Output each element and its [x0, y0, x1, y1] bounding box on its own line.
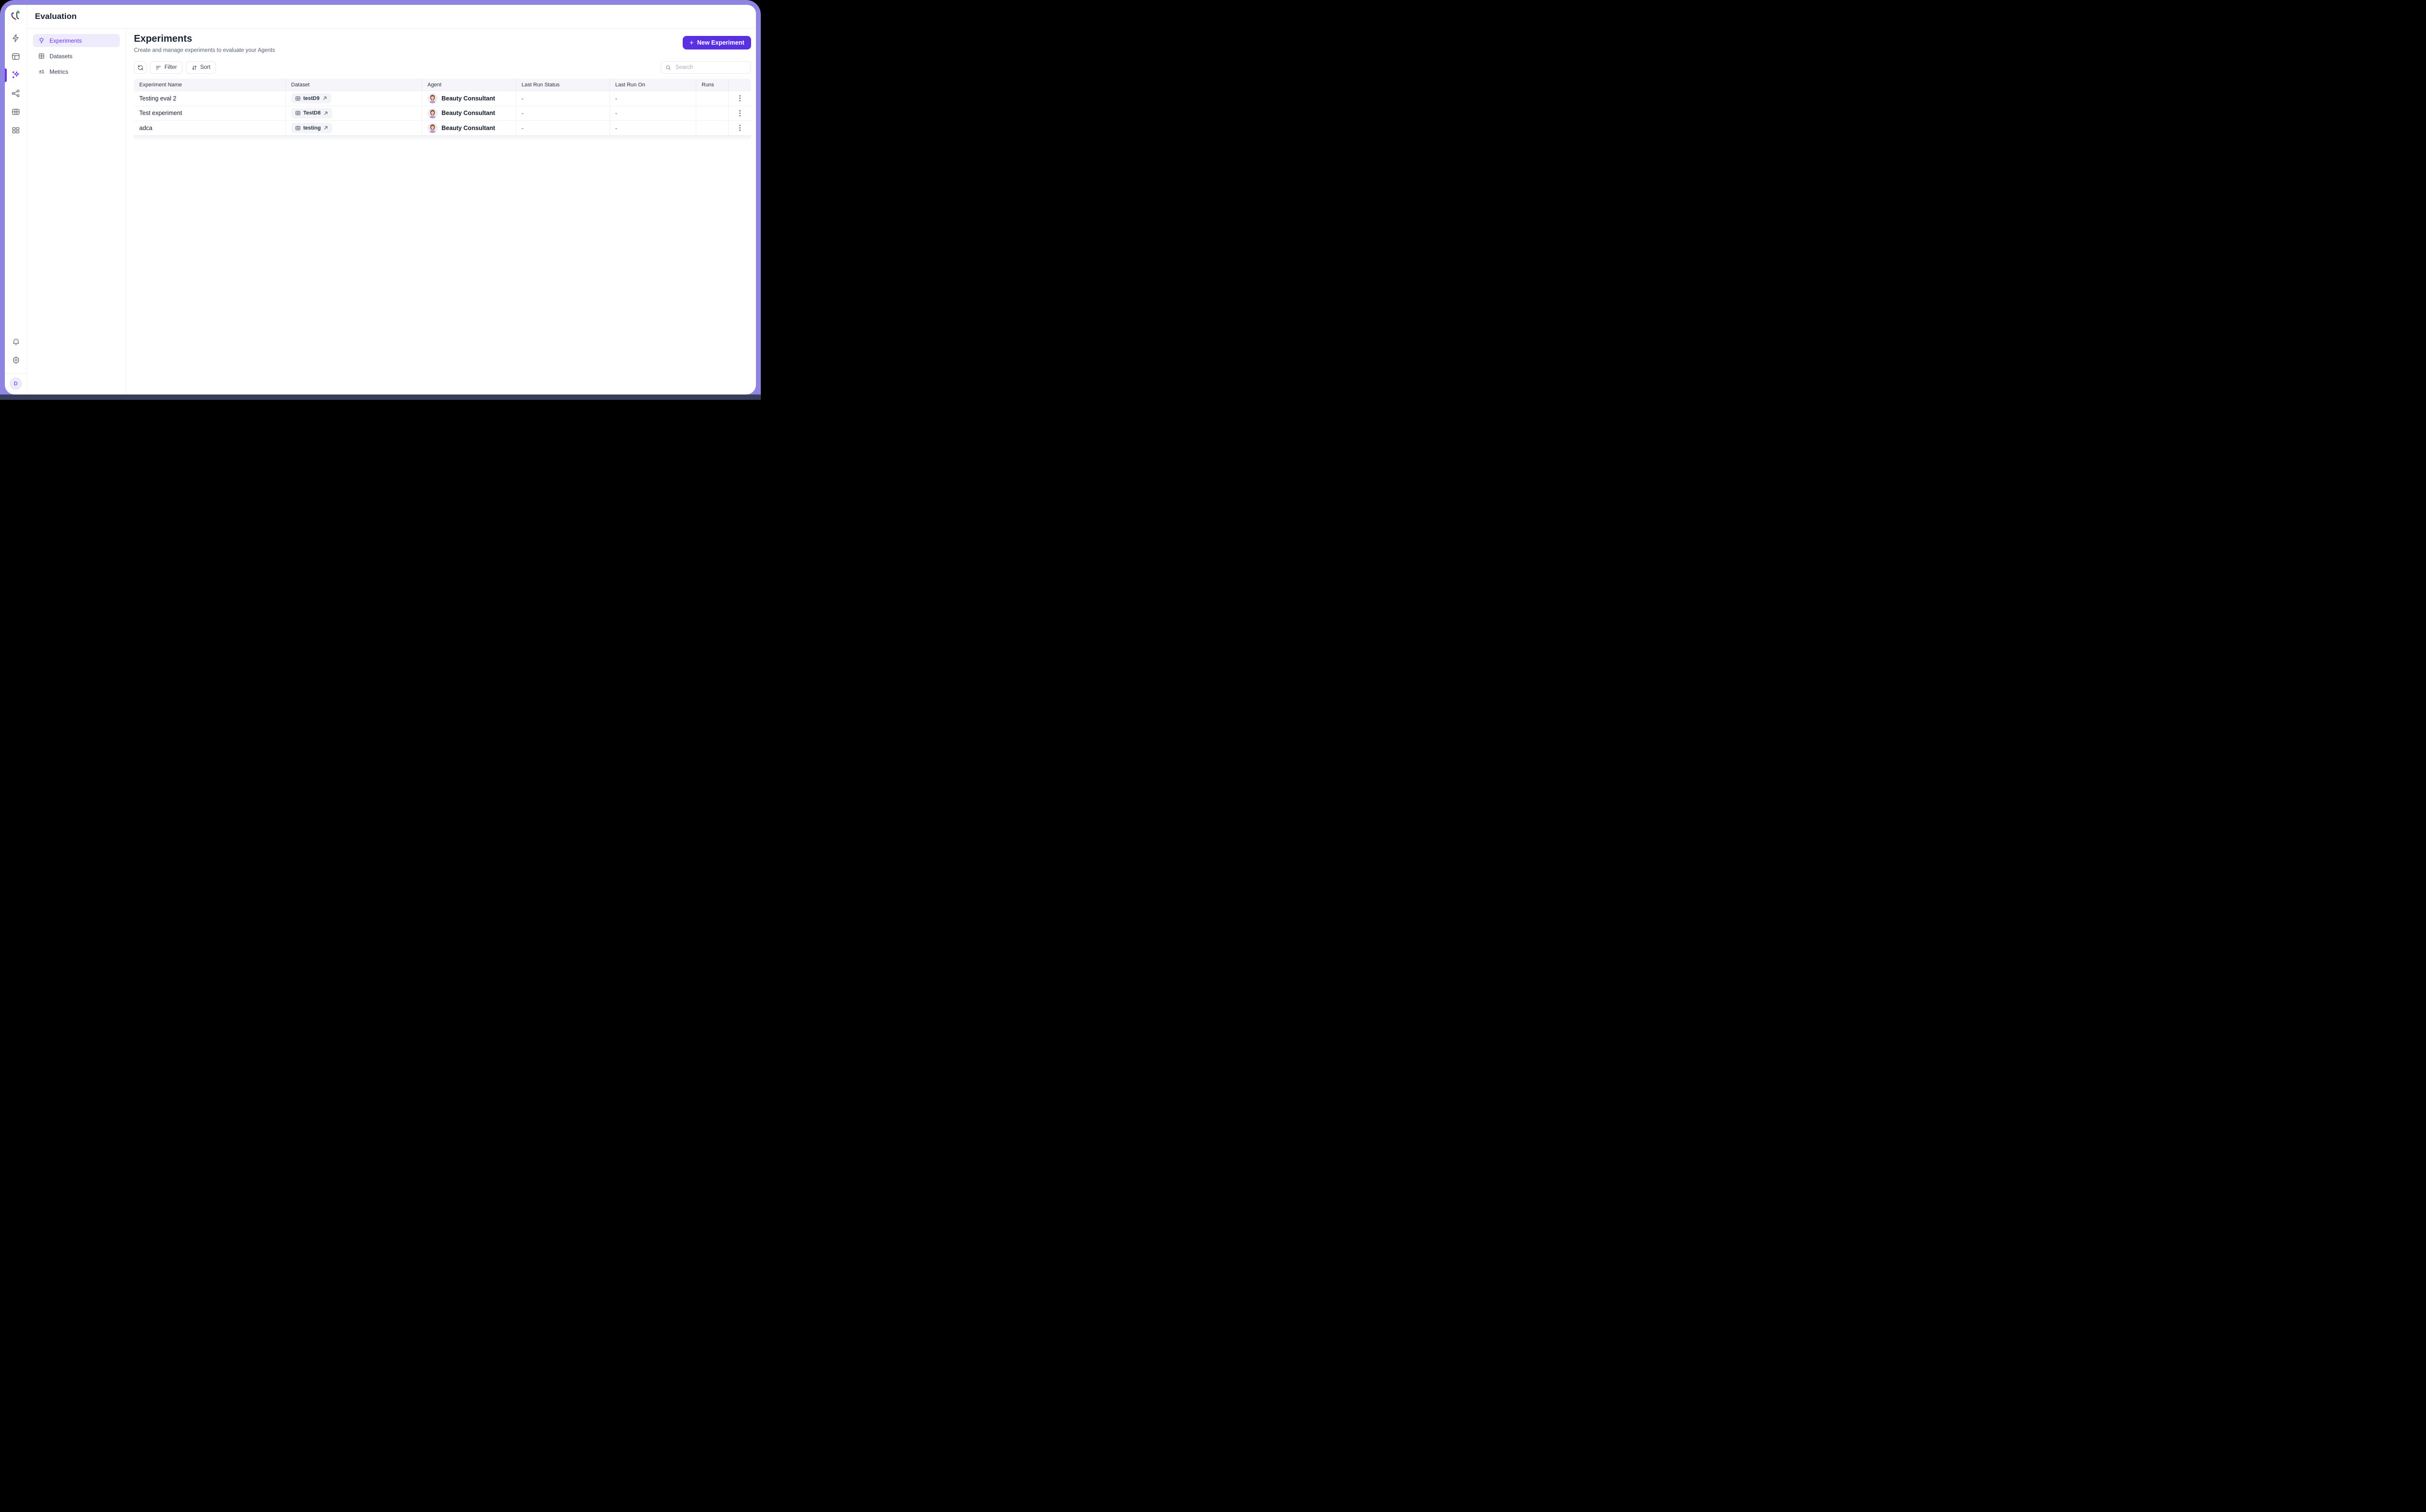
table-header-row: Experiment Name Dataset Agent Last Run S… — [134, 79, 751, 91]
agent-avatar — [427, 108, 438, 118]
workflow-icon[interactable] — [9, 86, 23, 100]
experiment-name: adca — [134, 121, 285, 135]
content-row: Experiments Datasets ±1 Metrics — [27, 29, 756, 394]
dataset-name: testD9 — [303, 96, 320, 101]
lightbulb-icon — [38, 37, 45, 44]
table-toolbar: Filter Sort — [134, 61, 751, 74]
table-icon — [38, 52, 45, 60]
column-header: Agent — [422, 79, 516, 91]
app-logo-icon — [10, 9, 22, 22]
agent-name: Beauty Consultant — [442, 95, 495, 102]
bottom-bar — [0, 394, 761, 400]
runs-count — [696, 91, 728, 106]
sort-button[interactable]: Sort — [186, 61, 216, 74]
settings-icon[interactable] — [9, 353, 23, 367]
section-subtitle: Create and manage experiments to evaluat… — [134, 47, 275, 54]
new-experiment-label: New Experiment — [697, 39, 744, 46]
sort-icon — [191, 65, 197, 71]
dataset-name: TestD8 — [303, 110, 321, 116]
sidebar-item-datasets[interactable]: Datasets — [33, 49, 120, 63]
active-nav-indicator — [5, 68, 7, 82]
row-menu-kebab-icon[interactable] — [738, 108, 743, 118]
table-row[interactable]: Testing eval 2 testD9 — [134, 91, 751, 106]
main-area: Experiments Create and manage experiment… — [126, 29, 756, 394]
rail-bottom — [9, 334, 23, 367]
search-icon — [665, 65, 672, 71]
column-header — [728, 79, 751, 91]
last-run-on: - — [609, 121, 696, 135]
agent-avatar — [427, 93, 438, 103]
app-window: D Evaluation Experimen — [5, 5, 756, 394]
experiment-name: Testing eval 2 — [134, 91, 285, 106]
rail-nav — [9, 31, 23, 137]
refresh-icon — [137, 65, 144, 71]
filter-label: Filter — [164, 65, 177, 70]
column-header: Last Run Status — [516, 79, 609, 91]
table-row[interactable]: adca testing — [134, 120, 751, 135]
external-link-icon — [323, 111, 328, 116]
column-header: Dataset — [285, 79, 422, 91]
filter-button[interactable]: Filter — [150, 61, 182, 74]
screen: D Evaluation Experimen — [0, 0, 761, 400]
external-link-icon — [323, 125, 328, 131]
sidebar-item-label: Experiments — [49, 37, 82, 44]
section-title: Experiments — [134, 33, 275, 45]
plus-icon: + — [689, 39, 694, 47]
row-menu-kebab-icon[interactable] — [738, 93, 743, 103]
page-head: Experiments Create and manage experiment… — [134, 33, 751, 54]
table-row[interactable]: Test experiment TestD8 — [134, 106, 751, 121]
zap-icon[interactable] — [9, 31, 23, 45]
experiments-table: Experiment Name Dataset Agent Last Run S… — [134, 79, 751, 142]
table-icon[interactable] — [9, 104, 23, 119]
column-header: Runs — [696, 79, 728, 91]
runs-count — [696, 106, 728, 121]
top-header: Evaluation — [27, 5, 756, 29]
dataset-grid-icon — [295, 125, 301, 131]
dataset-grid-icon — [295, 96, 301, 101]
panel-layout-icon[interactable] — [9, 49, 23, 64]
column-header: Last Run On — [609, 79, 696, 91]
sidebar: Experiments Datasets ±1 Metrics — [27, 29, 126, 394]
grid-icon[interactable] — [9, 123, 23, 137]
last-run-on: - — [609, 106, 696, 121]
dataset-grid-icon — [295, 110, 301, 116]
search-box — [661, 61, 751, 74]
dataset-chip[interactable]: testD9 — [291, 93, 331, 103]
dataset-name: testing — [303, 125, 321, 131]
heading-block: Experiments Create and manage experiment… — [134, 33, 275, 54]
agent-name: Beauty Consultant — [442, 125, 495, 131]
column-header: Experiment Name — [134, 79, 285, 91]
refresh-button[interactable] — [134, 61, 147, 74]
sidebar-item-experiments[interactable]: Experiments — [33, 34, 120, 47]
user-avatar[interactable]: D — [10, 378, 22, 390]
bell-icon[interactable] — [9, 334, 23, 349]
external-link-icon — [322, 96, 328, 101]
sparkles-icon[interactable] — [9, 67, 23, 82]
experiment-name: Test experiment — [134, 106, 285, 121]
last-run-status: - — [516, 106, 609, 121]
icon-rail: D — [5, 5, 27, 394]
agent-name: Beauty Consultant — [442, 110, 495, 116]
table-footer — [134, 135, 751, 142]
search-input[interactable] — [674, 64, 747, 71]
sort-label: Sort — [200, 65, 211, 70]
sidebar-item-label: Datasets — [49, 53, 72, 60]
agent-avatar — [427, 123, 438, 133]
last-run-on: - — [609, 91, 696, 106]
plus-minus-one-icon: ±1 — [38, 69, 45, 75]
filter-icon — [155, 65, 162, 71]
dataset-chip[interactable]: TestD8 — [291, 108, 332, 118]
sidebar-item-label: Metrics — [49, 68, 68, 75]
page-title: Evaluation — [35, 12, 77, 21]
dataset-chip[interactable]: testing — [291, 123, 332, 133]
right-pane: Evaluation Experiments — [27, 5, 756, 394]
runs-count — [696, 121, 728, 135]
new-experiment-button[interactable]: + New Experiment — [683, 36, 751, 49]
last-run-status: - — [516, 121, 609, 135]
row-menu-kebab-icon[interactable] — [738, 123, 743, 133]
last-run-status: - — [516, 91, 609, 106]
rail-divider — [5, 373, 27, 374]
sidebar-item-metrics[interactable]: ±1 Metrics — [33, 65, 120, 78]
